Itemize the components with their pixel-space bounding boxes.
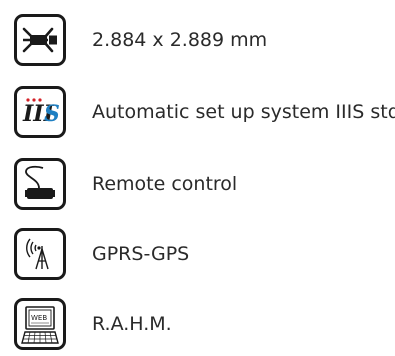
feature-label-rahm: R.A.H.M. — [92, 313, 172, 335]
feature-row-remote: Remote control — [14, 158, 394, 214]
scanner-dimension-icon — [14, 14, 66, 66]
web-computer-icon: WEB — [14, 298, 66, 350]
feature-label-iiis: Automatic set up system IIIS std. — [92, 101, 395, 123]
feature-label-gprs: GPRS-GPS — [92, 243, 190, 265]
web-screen-text: WEB — [31, 314, 47, 322]
feature-label-remote: Remote control — [92, 173, 238, 195]
antenna-signal-icon — [14, 228, 66, 280]
feature-list: 2.884 x 2.889 mm III S Automatic set up … — [0, 0, 395, 356]
remote-control-icon — [14, 158, 66, 210]
feature-row-iiis: III S Automatic set up system IIIS std. — [14, 86, 395, 142]
feature-row-rahm: WEB R.A.H.M. — [14, 298, 394, 354]
iiis-logo-accent: S — [44, 101, 60, 127]
feature-label-dimensions: 2.884 x 2.889 mm — [92, 29, 268, 51]
feature-row-gprs: GPRS-GPS — [14, 228, 394, 284]
iiis-logo-icon: III S — [14, 86, 66, 138]
feature-row-dimensions: 2.884 x 2.889 mm — [14, 14, 394, 70]
